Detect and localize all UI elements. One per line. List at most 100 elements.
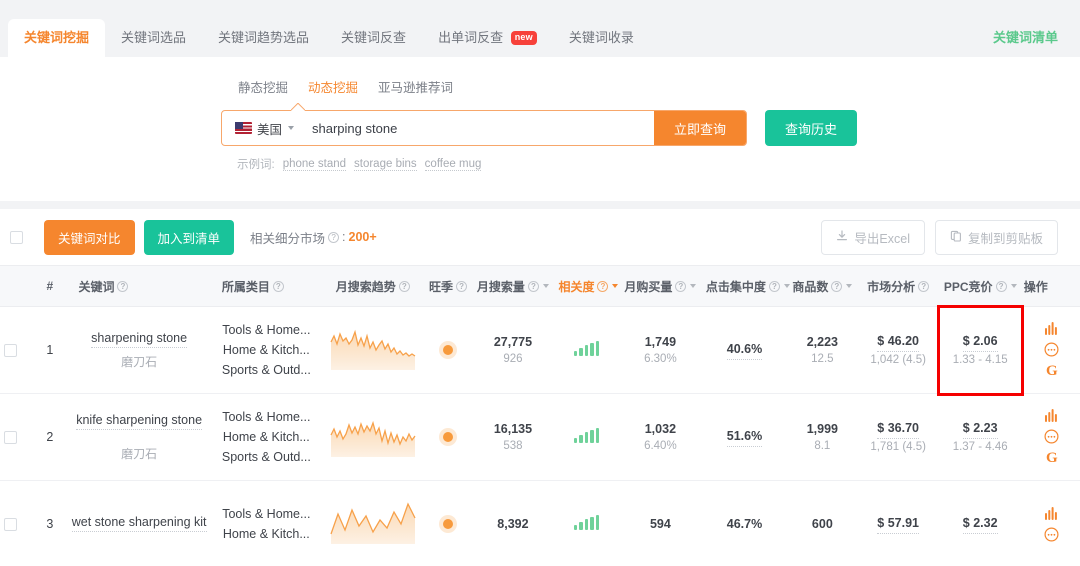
tab-keyword-selection[interactable]: 关键词选品	[105, 19, 202, 57]
submarket-label: 相关细分市场	[250, 231, 326, 246]
country-selector[interactable]: 美国	[222, 111, 304, 145]
click-concentration-value: 51.6%	[726, 428, 763, 447]
bar-chart-icon[interactable]	[1044, 409, 1059, 422]
keyword-list-link[interactable]: 关键词清单	[993, 27, 1058, 46]
category-cell: Tools & Home... Home & Kitch... Sports &…	[211, 306, 321, 394]
product-count-sub: 12.5	[811, 352, 834, 365]
tab-keyword-mining[interactable]: 关键词挖掘	[8, 19, 106, 57]
sparkline-chart	[330, 501, 416, 544]
row-checkbox[interactable]	[4, 517, 17, 531]
keyword-compare-button[interactable]: 关键词对比	[44, 219, 135, 255]
help-icon[interactable]: ?	[675, 280, 687, 292]
relevance-bars-icon	[573, 515, 600, 530]
help-icon[interactable]: ?	[995, 280, 1007, 292]
search-volume-sub: 538	[503, 439, 523, 452]
th-product-count[interactable]: 商品数 ?	[787, 265, 858, 307]
example-word-3[interactable]: coffee mug	[424, 158, 482, 171]
table-row[interactable]: 1 sharpening stone 磨刀石 Tools & Home... H…	[0, 304, 1080, 396]
help-icon[interactable]: ?	[597, 280, 609, 292]
submarket-info: 相关细分市场 ? : 200+	[250, 228, 377, 247]
purchase-rate-value: 6.30%	[644, 352, 677, 365]
ppc-bid-cell[interactable]: $ 2.23 1.37 - 4.46	[938, 393, 1022, 481]
tab-order-word-reverse-lookup[interactable]: 出单词反查 new	[422, 19, 553, 57]
keyword-cell: sharpening stone 磨刀石	[66, 306, 212, 394]
search-trend-cell[interactable]	[320, 480, 425, 566]
bar-chart-icon[interactable]	[1044, 506, 1059, 520]
keyword-en-link[interactable]: wet stone sharpening kit	[71, 513, 207, 532]
query-history-button[interactable]: 查询历史	[765, 110, 858, 146]
sort-caret-icon[interactable]	[542, 284, 549, 288]
copy-to-clipboard-button[interactable]: 复制到剪贴板	[934, 219, 1058, 255]
market-analysis-cell[interactable]: $ 46.20 1,042 (4.5)	[857, 306, 939, 394]
th-search-volume[interactable]: 月搜索量 ?	[471, 265, 555, 307]
keyword-en-link[interactable]: knife sharpening stone	[76, 411, 203, 430]
help-icon[interactable]: ?	[527, 280, 539, 292]
ppc-price-value: $ 2.06	[962, 333, 998, 352]
chat-bubble-icon[interactable]	[1044, 429, 1059, 444]
ppc-price-value: $ 2.32	[962, 515, 998, 534]
keyword-en-link[interactable]: sharpening stone	[91, 329, 188, 348]
mode-static-mining[interactable]: 静态挖掘	[237, 75, 289, 98]
th-purchase-volume[interactable]: 月购买量 ?	[618, 265, 702, 307]
google-icon[interactable]: G	[1046, 451, 1058, 466]
ppc-bid-cell[interactable]: $ 2.32	[938, 480, 1022, 566]
tab-keyword-trend-selection[interactable]: 关键词趋势选品	[202, 19, 325, 57]
click-concentration-cell: 51.6%	[701, 393, 788, 481]
peak-dot-icon	[443, 432, 454, 442]
bar-chart-icon[interactable]	[1044, 322, 1059, 335]
help-icon[interactable]: ?	[398, 280, 410, 292]
sort-caret-icon[interactable]	[783, 284, 790, 288]
ppc-bid-cell[interactable]: $ 2.06 1.33 - 4.15	[936, 304, 1024, 396]
th-ppc-bid[interactable]: PPC竞价 ?	[938, 265, 1022, 307]
tab-keyword-reverse-lookup[interactable]: 关键词反查	[325, 19, 422, 57]
search-trend-cell[interactable]	[320, 306, 425, 394]
relevance-cell	[554, 480, 619, 566]
help-icon[interactable]: ?	[831, 280, 843, 292]
help-icon[interactable]: ?	[117, 280, 129, 292]
th-index-label: #	[46, 279, 54, 293]
mode-dynamic-mining[interactable]: 动态挖掘	[307, 75, 359, 98]
query-button[interactable]: 立即查询	[653, 111, 746, 145]
chat-bubble-icon[interactable]	[1044, 342, 1059, 357]
tab-keyword-indexing[interactable]: 关键词收录	[553, 19, 650, 57]
help-icon[interactable]: ?	[768, 280, 780, 292]
help-icon[interactable]: ?	[918, 280, 930, 292]
row-checkbox-cell	[0, 393, 34, 481]
row-checkbox[interactable]	[4, 343, 17, 357]
chat-bubble-icon[interactable]	[1044, 526, 1059, 542]
help-icon[interactable]: ?	[272, 280, 284, 292]
market-analysis-cell[interactable]: $ 36.70 1,781 (4.5)	[857, 393, 939, 481]
search-input[interactable]	[304, 111, 654, 145]
sort-caret-icon[interactable]	[690, 284, 697, 288]
search-trend-cell[interactable]	[320, 393, 425, 481]
th-relevance[interactable]: 相关度 ?	[554, 265, 619, 307]
help-icon[interactable]: ?	[456, 280, 468, 292]
example-word-1[interactable]: phone stand	[282, 158, 347, 171]
sort-caret-icon[interactable]	[846, 284, 853, 288]
category-cell: Tools & Home... Home & Kitch... Sports &…	[211, 393, 321, 481]
help-icon[interactable]: ?	[328, 231, 340, 243]
add-to-list-button[interactable]: 加入到清单	[143, 219, 235, 255]
th-actions-label: 操作	[1023, 279, 1048, 294]
th-search-volume-label: 月搜索量	[476, 279, 525, 294]
relevance-cell	[554, 306, 619, 394]
purchase-volume-value: 1,749	[644, 334, 677, 349]
click-concentration-cell: 46.7%	[701, 480, 788, 566]
market-sub-value: 1,781 (4.5)	[870, 440, 926, 453]
market-analysis-cell[interactable]: $ 57.91	[857, 480, 939, 566]
mode-amazon-suggestions[interactable]: 亚马逊推荐词	[377, 75, 454, 98]
google-icon[interactable]: G	[1046, 364, 1058, 379]
export-excel-button[interactable]: 导出Excel	[821, 219, 925, 255]
table-row[interactable]: 2 knife sharpening stone 磨刀石 Tools & Hom…	[0, 393, 1080, 481]
row-checkbox[interactable]	[4, 430, 17, 444]
select-all-checkbox[interactable]	[10, 230, 23, 244]
tab-label: 关键词收录	[568, 30, 634, 45]
search-volume-value: 27,775	[493, 334, 533, 349]
sort-caret-icon[interactable]	[612, 284, 619, 288]
th-market-analysis-label: 市场分析	[867, 279, 916, 294]
example-word-2[interactable]: storage bins	[354, 158, 417, 171]
table-row[interactable]: 3 wet stone sharpening kit Tools & Home.…	[0, 480, 1080, 566]
season-cell	[424, 306, 472, 394]
sort-caret-icon[interactable]	[1010, 284, 1017, 288]
th-click-concentration[interactable]: 点击集中度 ?	[701, 265, 790, 307]
